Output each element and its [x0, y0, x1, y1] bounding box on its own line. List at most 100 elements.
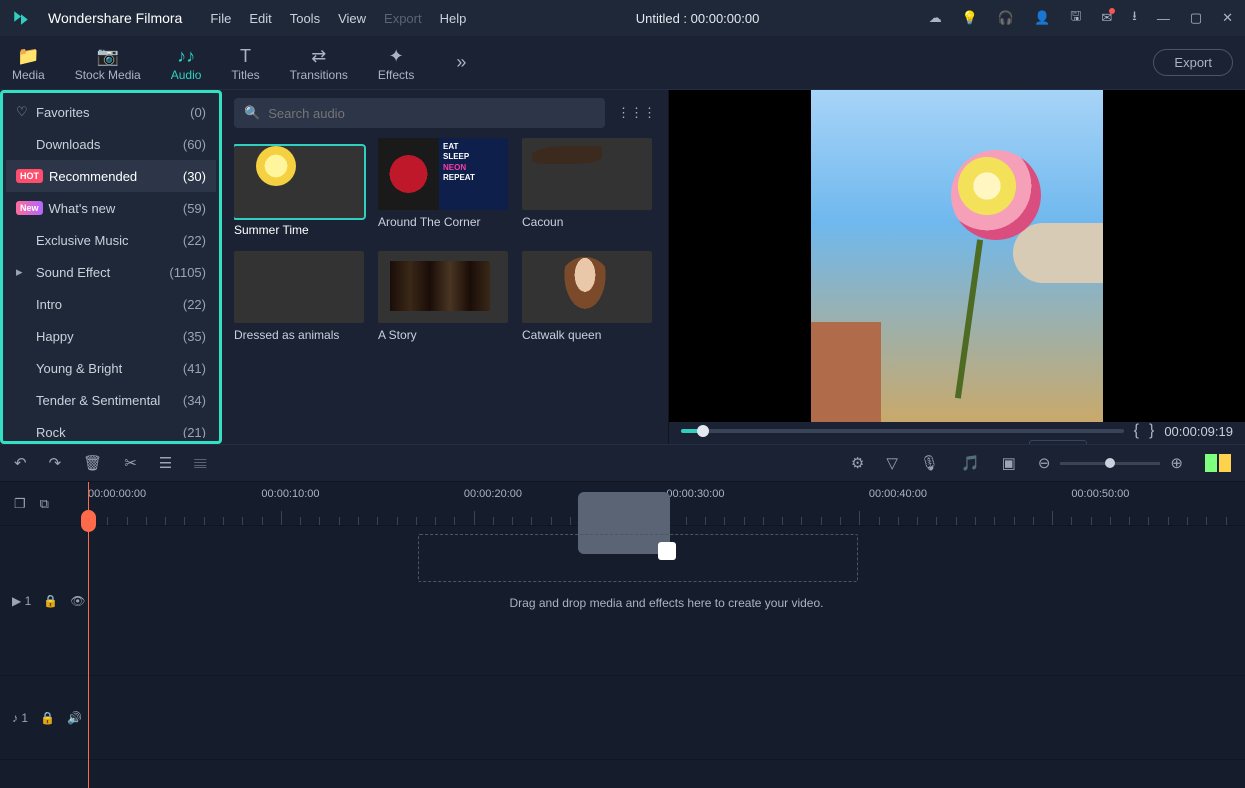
more-tabs-icon[interactable]: » [456, 52, 466, 73]
marker-icon[interactable]: ▽ [886, 454, 898, 472]
sidebar-item-count: (35) [183, 329, 206, 344]
sidebar-item-sound-effect[interactable]: ▸Sound Effect(1105) [6, 256, 216, 288]
lock-icon[interactable]: 🔒 [40, 711, 55, 725]
settings-icon[interactable]: ☰ [159, 454, 172, 472]
mail-icon[interactable]: ✉ [1101, 10, 1112, 26]
thumb-label: Dressed as animals [234, 328, 364, 342]
audio-thumb[interactable]: Cacoun [522, 138, 652, 237]
zoom-slider[interactable] [1060, 462, 1160, 465]
audio-thumb[interactable]: A Story [378, 251, 508, 342]
menu-edit[interactable]: Edit [249, 11, 271, 26]
preview-panel: { } 00:00:09:19 ⏮ ▶ ⏸ ⏹ Full ⌄ 🖵 📷 🔊 ⛶ [669, 90, 1245, 444]
close-icon[interactable]: ✕ [1222, 10, 1233, 26]
mute-icon[interactable]: 🔊 [67, 711, 82, 725]
zoom-in-button[interactable]: ⊕ [1170, 454, 1183, 472]
sidebar-item-exclusive-music[interactable]: Exclusive Music(22) [6, 224, 216, 256]
lock-icon[interactable]: 🔒 [43, 594, 58, 608]
redo-button[interactable]: ↷ [49, 454, 62, 472]
search-input[interactable] [268, 106, 595, 121]
render-icon[interactable]: ⚙ [851, 454, 864, 472]
lightbulb-icon[interactable]: 💡 [962, 10, 978, 26]
audio-track[interactable] [88, 676, 1245, 759]
sidebar-item-count: (22) [183, 233, 206, 248]
magnet-icon[interactable]: ⧉ [40, 496, 49, 512]
tab-titles[interactable]: TTitles [231, 43, 259, 82]
tab-effects[interactable]: ✦Effects [378, 43, 414, 82]
thumb-image: EATSLEEPNEONREPEAT [378, 138, 508, 210]
search-icon: 🔍 [244, 105, 260, 121]
account-icon[interactable]: 👤 [1034, 10, 1050, 26]
sidebar-item-intro[interactable]: Intro(22) [6, 288, 216, 320]
sidebar-item-label: Recommended [49, 169, 183, 184]
save-icon[interactable]: 🖫 [1070, 7, 1081, 29]
tab-media[interactable]: 📁Media [12, 43, 45, 82]
tab-stock-media[interactable]: 📷Stock Media [75, 43, 141, 82]
zoom-out-button[interactable]: ⊖ [1038, 454, 1051, 472]
app-name: Wondershare Filmora [48, 10, 182, 26]
thumb-label: Cacoun [522, 215, 652, 229]
crop-icon[interactable]: ▣ [1002, 454, 1016, 472]
audio-thumb[interactable]: EATSLEEPNEONREPEAT Around The Corner [378, 138, 508, 237]
sidebar-item-label: Sound Effect [36, 265, 169, 280]
menu-tools[interactable]: Tools [290, 11, 320, 26]
headphones-icon[interactable]: 🎧 [998, 10, 1014, 26]
sidebar-item-count: (60) [183, 137, 206, 152]
minimize-icon[interactable]: — [1157, 11, 1170, 26]
document-title: Untitled : 00:00:00:00 [636, 11, 760, 26]
sidebar-item-label: What's new [49, 201, 183, 216]
audio-mixer-icon[interactable]: 🎵 [961, 454, 980, 472]
sparkle-icon: ✦ [389, 47, 404, 65]
grid-view-icon[interactable]: ⋮⋮⋮ [617, 105, 656, 121]
cut-button[interactable]: ✂ [124, 454, 137, 472]
maximize-icon[interactable]: ▢ [1190, 10, 1202, 26]
thumb-label: Around The Corner [378, 215, 508, 229]
audio-thumb[interactable]: Catwalk queen [522, 251, 652, 342]
audio-wave-icon[interactable]: 𝄙 [194, 455, 206, 472]
timeline-drop-zone[interactable] [418, 534, 858, 582]
drop-hint-label: Drag and drop media and effects here to … [510, 596, 824, 610]
sidebar-item-favorites[interactable]: ♡Favorites(0) [6, 96, 216, 128]
timeline: ❐ ⧉ 00:00:00:0000:00:10:0000:00:20:0000:… [0, 482, 1245, 788]
visibility-icon[interactable]: 👁 [70, 594, 85, 608]
export-button[interactable]: Export [1153, 49, 1233, 76]
playhead[interactable] [88, 482, 89, 788]
sidebar-item-what-s-new[interactable]: NewWhat's new(59) [6, 192, 216, 224]
video-track[interactable]: Drag and drop media and effects here to … [88, 526, 1245, 675]
sidebar-item-happy[interactable]: Happy(35) [6, 320, 216, 352]
download-icon[interactable]: ⭳ [1132, 7, 1137, 29]
cloud-icon[interactable]: ☁ [929, 10, 942, 26]
scopes-icon[interactable] [1205, 454, 1231, 472]
sidebar-item-label: Rock [36, 425, 183, 439]
sidebar-item-label: Young & Bright [36, 361, 183, 376]
menu-help[interactable]: Help [440, 11, 467, 26]
sidebar-item-young-bright[interactable]: Young & Bright(41) [6, 352, 216, 384]
sidebar-item-count: (1105) [169, 265, 206, 280]
menu-export: Export [384, 11, 422, 26]
audio-thumb[interactable]: Dressed as animals [234, 251, 364, 342]
thumb-image [522, 251, 652, 323]
preview-seek-slider[interactable] [681, 429, 1124, 433]
voiceover-icon[interactable]: 🎙 [920, 454, 939, 472]
audio-thumb[interactable]: Summer Time [234, 138, 364, 237]
timeline-tracks-icon[interactable]: ❐ [14, 496, 26, 512]
category-icon: ▸ [16, 264, 36, 280]
sidebar-item-tender-sentimental[interactable]: Tender & Sentimental(34) [6, 384, 216, 416]
tab-audio[interactable]: ♪♪Audio [171, 43, 202, 82]
sidebar-item-rock[interactable]: Rock(21) [6, 416, 216, 438]
mark-in-icon[interactable]: { [1134, 422, 1139, 440]
search-audio[interactable]: 🔍 [234, 98, 605, 128]
video-track-header: ▶ 1 🔒 👁 [0, 526, 88, 675]
delete-button[interactable]: 🗑 [83, 454, 102, 472]
audio-categories-highlight: ♡Favorites(0)Downloads(60)HOTRecommended… [0, 90, 222, 444]
menu-file[interactable]: File [210, 11, 231, 26]
tab-transitions[interactable]: ⇄Transitions [290, 43, 348, 82]
sidebar-item-recommended[interactable]: HOTRecommended(30) [6, 160, 216, 192]
menu-view[interactable]: View [338, 11, 366, 26]
sidebar-item-downloads[interactable]: Downloads(60) [6, 128, 216, 160]
folder-icon: 📁 [17, 47, 39, 65]
ruler-label: 00:00:00:00 [88, 488, 146, 500]
undo-button[interactable]: ↶ [14, 454, 27, 472]
transition-icon: ⇄ [311, 47, 326, 65]
audio-track-label: ♪ 1 [12, 711, 28, 725]
mark-out-icon[interactable]: } [1149, 422, 1154, 440]
